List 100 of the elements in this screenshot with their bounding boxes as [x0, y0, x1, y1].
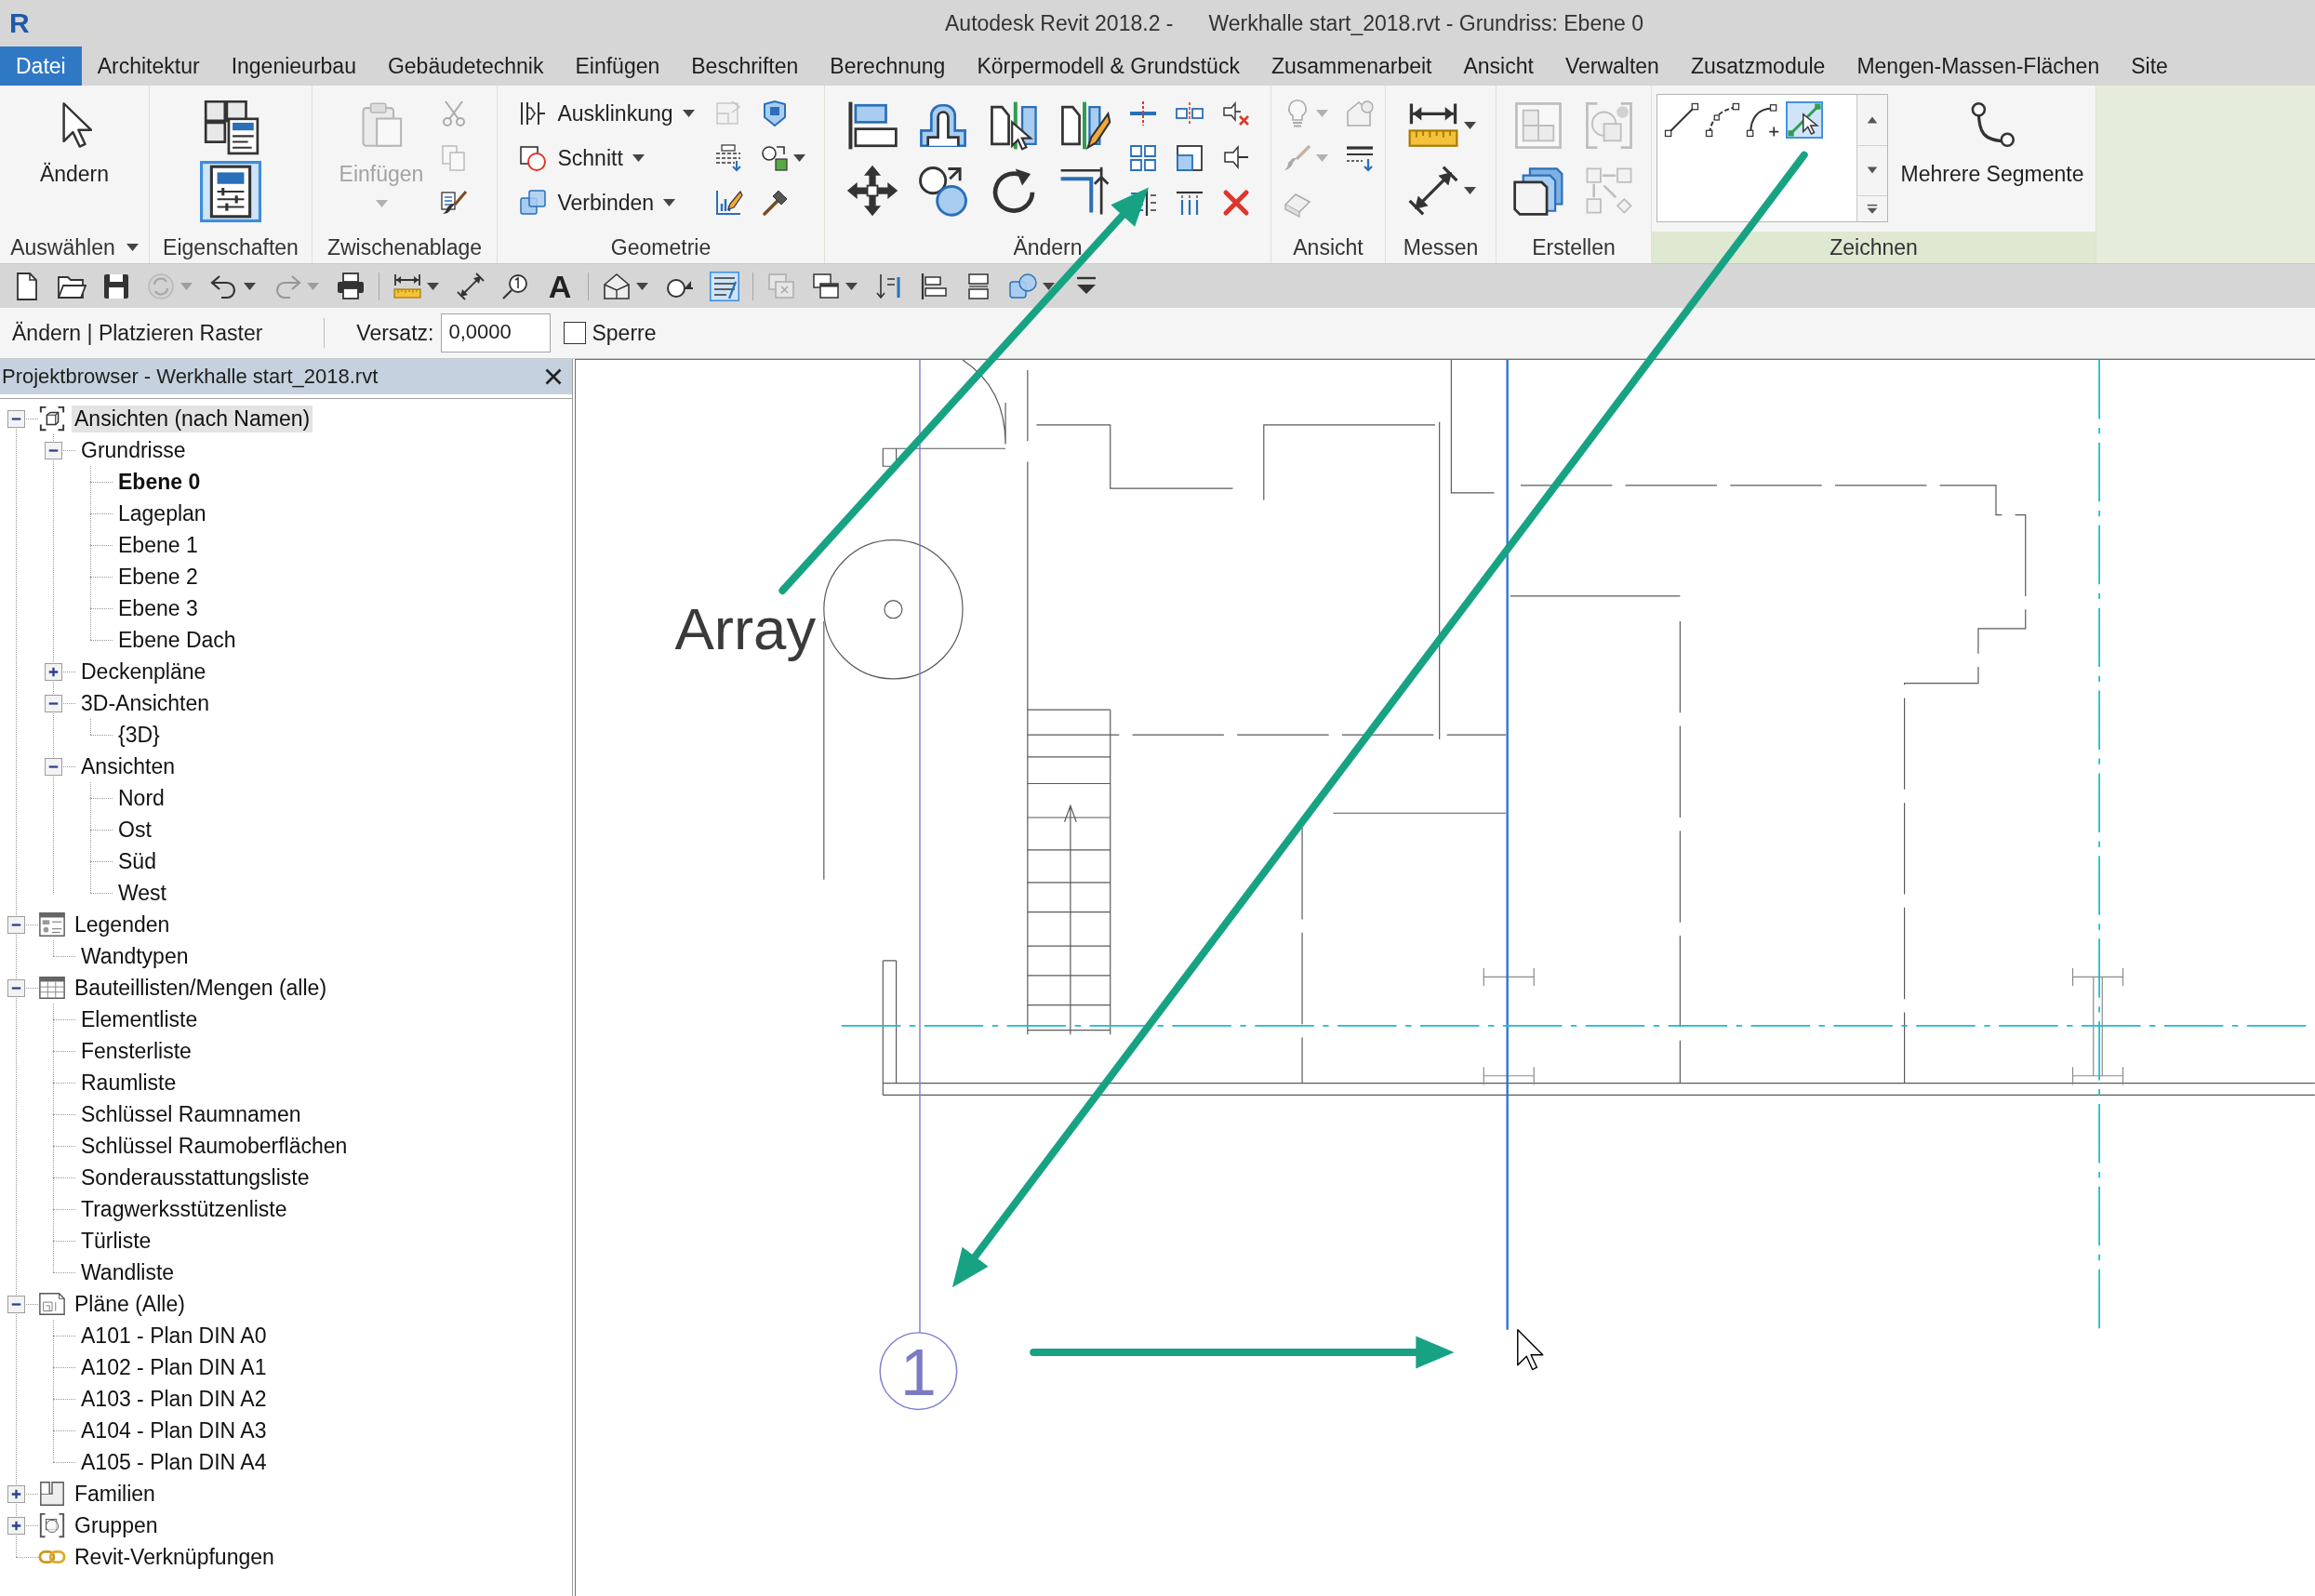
tree-item[interactable]: Nord: [115, 784, 167, 812]
panel-label: Zwischenablage: [326, 234, 483, 260]
tree-item[interactable]: Wandtypen: [78, 942, 192, 970]
printer-icon[interactable]: [336, 271, 366, 301]
tree-item[interactable]: {3D}: [115, 721, 163, 749]
tree-item[interactable]: 3D-Ansichten: [78, 689, 213, 717]
tree-item[interactable]: Ebene 0: [115, 468, 204, 496]
file-tab[interactable]: Datei: [0, 47, 82, 86]
multi-segment-button[interactable]: Mehrere Segmente: [1893, 97, 2092, 191]
tree-item[interactable]: A103 - Plan DIN A2: [78, 1385, 270, 1413]
tree-item[interactable]: Deckenpläne: [78, 658, 209, 685]
caret-icon[interactable]: [1463, 122, 1476, 129]
cut-geometry-button[interactable]: Schnitt: [516, 143, 646, 173]
tree-item[interactable]: Gruppen: [72, 1511, 161, 1539]
ribbon-tab[interactable]: Beschriften: [675, 47, 815, 86]
split-element-icon[interactable]: [1127, 99, 1158, 128]
tree-item[interactable]: Ebene Dach: [115, 626, 239, 654]
table-icon: [38, 974, 66, 1002]
offset-field[interactable]: 0,0000: [441, 313, 552, 352]
collapse-icon[interactable]: [45, 441, 62, 459]
ribbon-tab[interactable]: Verwalten: [1549, 47, 1675, 86]
tree-item[interactable]: Schlüssel Raumnamen: [78, 1100, 304, 1128]
tree-item[interactable]: Pläne (Alle): [72, 1290, 188, 1318]
expand-icon[interactable]: [7, 1484, 25, 1503]
ribbon-tab[interactable]: Zusatzmodule: [1674, 47, 1842, 86]
ribbon-tab[interactable]: Site: [2115, 47, 2184, 86]
ribbon-tab[interactable]: Ingenieurbau: [215, 47, 372, 86]
move-icon[interactable]: [845, 164, 899, 218]
expand-icon[interactable]: [45, 662, 62, 681]
tree-item[interactable]: A104 - Plan DIN A3: [78, 1416, 270, 1444]
caret-icon[interactable]: [632, 154, 645, 162]
tree-item[interactable]: Ebene 3: [115, 594, 201, 622]
ribbon-tab[interactable]: Mengen-Massen-Flächen: [1841, 47, 2116, 86]
caret-icon[interactable]: [636, 282, 648, 290]
tree-item[interactable]: Ost: [115, 816, 154, 844]
dimension-icon[interactable]: [456, 271, 486, 301]
close-icon[interactable]: [544, 367, 563, 386]
tree-item[interactable]: Fensterliste: [78, 1037, 194, 1065]
tree-item[interactable]: A105 - Plan DIN A4: [78, 1448, 270, 1476]
expand-icon[interactable]: [7, 1516, 25, 1535]
tree-item[interactable]: Lageplan: [115, 499, 209, 527]
ribbon-tab[interactable]: Architektur: [81, 47, 216, 86]
caret-icon[interactable]: [427, 282, 439, 290]
tree-item[interactable]: Familien: [72, 1480, 158, 1508]
tree-item[interactable]: A101 - Plan DIN A0: [78, 1322, 270, 1350]
ribbon-tab[interactable]: Einfügen: [559, 47, 676, 86]
tree-item[interactable]: Tragwerksstützenliste: [78, 1195, 290, 1223]
tree-item[interactable]: Ebene 2: [115, 563, 201, 591]
curved-line-icon[interactable]: [1703, 101, 1741, 139]
context-label: Ändern | Platzieren Raster: [12, 320, 263, 346]
caret-icon[interactable]: [845, 282, 858, 290]
ribbon-tab[interactable]: Körpermodell & Grundstück: [961, 47, 1256, 86]
panel-menu-button[interactable]: Auswählen: [7, 234, 142, 260]
ribbon-tab[interactable]: Gebäudetechnik: [371, 47, 560, 86]
tree-item[interactable]: Legenden: [72, 911, 173, 938]
windows-icon[interactable]: [811, 271, 841, 301]
tree-item[interactable]: Sonderausstattungsliste: [78, 1164, 313, 1191]
tree-item[interactable]: Ansichten (nach Namen): [72, 405, 313, 432]
properties-icon[interactable]: [200, 161, 261, 222]
panel-label: Zeichnen: [1829, 234, 1918, 260]
caret-icon[interactable]: [792, 154, 805, 162]
collapse-icon[interactable]: [7, 1295, 25, 1313]
caret-icon[interactable]: [126, 244, 139, 251]
tree-item[interactable]: Revit-Verknüpfungen: [72, 1543, 277, 1571]
grid-head[interactable]: 1: [879, 1332, 958, 1411]
tree-item[interactable]: Bauteillisten/Mengen (alle): [72, 974, 330, 1002]
collapse-icon[interactable]: [7, 409, 25, 428]
gallery-expand-icon[interactable]: [1865, 202, 1879, 216]
line-icon[interactable]: [1662, 101, 1700, 139]
caret-icon[interactable]: [682, 110, 695, 117]
lock-checkbox[interactable]: [564, 322, 587, 344]
tree-item[interactable]: West: [115, 879, 169, 907]
caret-icon[interactable]: [663, 199, 676, 206]
ribbon-tab[interactable]: Zusammenarbeit: [1255, 47, 1448, 86]
panel-label: Geometrie: [610, 234, 712, 260]
tree-item[interactable]: Grundrisse: [78, 436, 189, 464]
tree-item[interactable]: Ansichten: [78, 752, 178, 780]
thin-lines-icon[interactable]: [710, 271, 739, 301]
house-icon[interactable]: [602, 271, 632, 301]
tree-item[interactable]: Türliste: [78, 1227, 154, 1255]
cope-button[interactable]: Ausklinkung: [516, 99, 697, 128]
ribbon-tab[interactable]: Berechnung: [814, 47, 962, 86]
join-geometry-button[interactable]: Verbinden: [516, 188, 678, 218]
align-left-icon[interactable]: [919, 271, 949, 301]
tree-item[interactable]: Raumliste: [78, 1069, 180, 1097]
ribbon-tab[interactable]: Ansicht: [1447, 47, 1550, 86]
tree-item[interactable]: Ebene 1: [115, 531, 201, 559]
text-tool-button[interactable]: A: [538, 270, 582, 302]
shape-swap-icon[interactable]: [759, 143, 790, 173]
collapse-icon[interactable]: [7, 915, 25, 934]
tree-item[interactable]: Schlüssel Raumoberflächen: [78, 1132, 351, 1160]
caret-icon[interactable]: [244, 282, 256, 290]
tree-item[interactable]: A102 - Plan DIN A1: [78, 1353, 270, 1381]
tree-item[interactable]: Süd: [115, 847, 159, 875]
collapse-icon[interactable]: [45, 694, 62, 712]
collapse-icon[interactable]: [7, 978, 25, 997]
modify-button[interactable]: Ändern: [32, 97, 117, 191]
tree-item[interactable]: Elementliste: [78, 1005, 201, 1033]
tree-item[interactable]: Wandliste: [78, 1258, 178, 1286]
collapse-icon[interactable]: [45, 757, 62, 776]
